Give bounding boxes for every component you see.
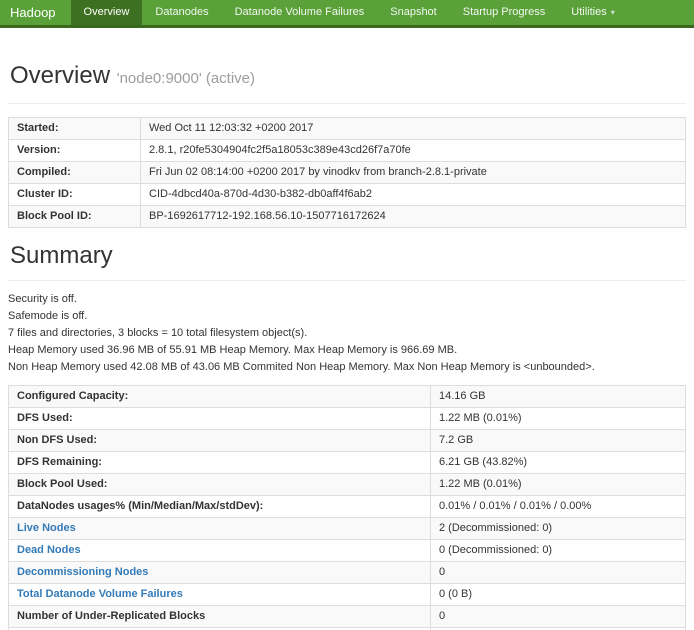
row-dfs-remaining: DFS Remaining: 6.21 GB (43.82%) (9, 452, 686, 474)
row-compiled-value: Fri Jun 02 08:14:00 +0200 2017 by vinodk… (141, 162, 686, 184)
row-live-nodes: Live Nodes 2 (Decommissioned: 0) (9, 518, 686, 540)
nav-item-snapshot[interactable]: Snapshot (377, 0, 449, 25)
decommissioning-nodes-link[interactable]: Decommissioning Nodes (17, 566, 148, 578)
row-block-pool-used-value: 1.22 MB (0.01%) (431, 474, 686, 496)
divider (8, 103, 686, 104)
row-non-dfs-used-label: Non DFS Used: (9, 430, 431, 452)
nav-item-startup-progress[interactable]: Startup Progress (450, 0, 559, 25)
row-live-nodes-value: 2 (Decommissioned: 0) (431, 518, 686, 540)
non-heap-memory-text: Non Heap Memory used 42.08 MB of 43.06 M… (8, 362, 686, 373)
filesystem-objects-text: 7 files and directories, 3 blocks = 10 t… (8, 328, 686, 339)
total-datanode-volume-failures-link[interactable]: Total Datanode Volume Failures (17, 588, 183, 600)
caret-down-icon: ▾ (611, 0, 615, 25)
summary-title: Summary (10, 242, 686, 270)
row-datanode-usages-label: DataNodes usages% (Min/Median/Max/stdDev… (9, 496, 431, 518)
divider (8, 280, 686, 281)
row-started-label: Started: (9, 118, 141, 140)
nav-item-datanodes[interactable]: Datanodes (142, 0, 221, 25)
row-dfs-used-value: 1.22 MB (0.01%) (431, 408, 686, 430)
row-configured-capacity-value: 14.16 GB (431, 386, 686, 408)
top-navbar: Hadoop Overview Datanodes Datanode Volum… (0, 0, 694, 28)
row-dfs-used: DFS Used: 1.22 MB (0.01%) (9, 408, 686, 430)
overview-title-text: Overview (10, 62, 110, 89)
row-dead-nodes-value: 0 (Decommissioned: 0) (431, 540, 686, 562)
row-block-pool-id: Block Pool ID: BP-1692617712-192.168.56.… (9, 206, 686, 228)
row-block-pool-used-label: Block Pool Used: (9, 474, 431, 496)
row-non-dfs-used: Non DFS Used: 7.2 GB (9, 430, 686, 452)
summary-info-block: Security is off. Safemode is off. 7 file… (8, 294, 686, 373)
nav-item-overview[interactable]: Overview (71, 0, 143, 25)
heap-memory-text: Heap Memory used 36.96 MB of 55.91 MB He… (8, 345, 686, 356)
row-under-replicated-blocks-label: Number of Under-Replicated Blocks (9, 606, 431, 628)
row-volume-failures: Total Datanode Volume Failures 0 (0 B) (9, 584, 686, 606)
row-dead-nodes: Dead Nodes 0 (Decommissioned: 0) (9, 540, 686, 562)
row-non-dfs-used-value: 7.2 GB (431, 430, 686, 452)
row-dfs-used-label: DFS Used: (9, 408, 431, 430)
row-started: Started: Wed Oct 11 12:03:32 +0200 2017 (9, 118, 686, 140)
hadoop-brand[interactable]: Hadoop (0, 0, 71, 25)
row-compiled: Compiled: Fri Jun 02 08:14:00 +0200 2017… (9, 162, 686, 184)
row-started-value: Wed Oct 11 12:03:32 +0200 2017 (141, 118, 686, 140)
row-cluster-id-label: Cluster ID: (9, 184, 141, 206)
row-block-pool-id-value: BP-1692617712-192.168.56.10-150771617262… (141, 206, 686, 228)
row-dfs-remaining-value: 6.21 GB (43.82%) (431, 452, 686, 474)
safemode-status-text: Safemode is off. (8, 311, 686, 322)
row-block-pool-id-label: Block Pool ID: (9, 206, 141, 228)
row-cluster-id: Cluster ID: CID-4dbcd40a-870d-4d30-b382-… (9, 184, 686, 206)
namenode-address-subtitle: 'node0:9000' (active) (117, 70, 255, 87)
nav-item-datanode-volume-failures[interactable]: Datanode Volume Failures (222, 0, 378, 25)
page-content: Overview 'node0:9000' (active) Started: … (0, 62, 694, 630)
summary-table: Configured Capacity: 14.16 GB DFS Used: … (8, 385, 686, 630)
row-decommissioning-nodes-value: 0 (431, 562, 686, 584)
overview-table: Started: Wed Oct 11 12:03:32 +0200 2017 … (8, 117, 686, 228)
row-compiled-label: Compiled: (9, 162, 141, 184)
row-under-replicated-blocks-value: 0 (431, 606, 686, 628)
row-decommissioning-nodes: Decommissioning Nodes 0 (9, 562, 686, 584)
row-dfs-remaining-label: DFS Remaining: (9, 452, 431, 474)
nav-item-utilities[interactable]: Utilities ▾ (558, 0, 627, 25)
nav-item-utilities-label: Utilities (571, 6, 606, 18)
row-block-pool-used: Block Pool Used: 1.22 MB (0.01%) (9, 474, 686, 496)
row-cluster-id-value: CID-4dbcd40a-870d-4d30-b382-db0aff4f6ab2 (141, 184, 686, 206)
row-configured-capacity-label: Configured Capacity: (9, 386, 431, 408)
row-configured-capacity: Configured Capacity: 14.16 GB (9, 386, 686, 408)
row-datanode-usages: DataNodes usages% (Min/Median/Max/stdDev… (9, 496, 686, 518)
row-version-label: Version: (9, 140, 141, 162)
dead-nodes-link[interactable]: Dead Nodes (17, 544, 81, 556)
row-datanode-usages-value: 0.01% / 0.01% / 0.01% / 0.00% (431, 496, 686, 518)
live-nodes-link[interactable]: Live Nodes (17, 522, 76, 534)
row-version-value: 2.8.1, r20fe5304904fc2f5a18053c389e43cd2… (141, 140, 686, 162)
row-under-replicated-blocks: Number of Under-Replicated Blocks 0 (9, 606, 686, 628)
row-version: Version: 2.8.1, r20fe5304904fc2f5a18053c… (9, 140, 686, 162)
overview-title: Overview 'node0:9000' (active) (10, 62, 686, 93)
row-volume-failures-value: 0 (0 B) (431, 584, 686, 606)
security-status-text: Security is off. (8, 294, 686, 305)
